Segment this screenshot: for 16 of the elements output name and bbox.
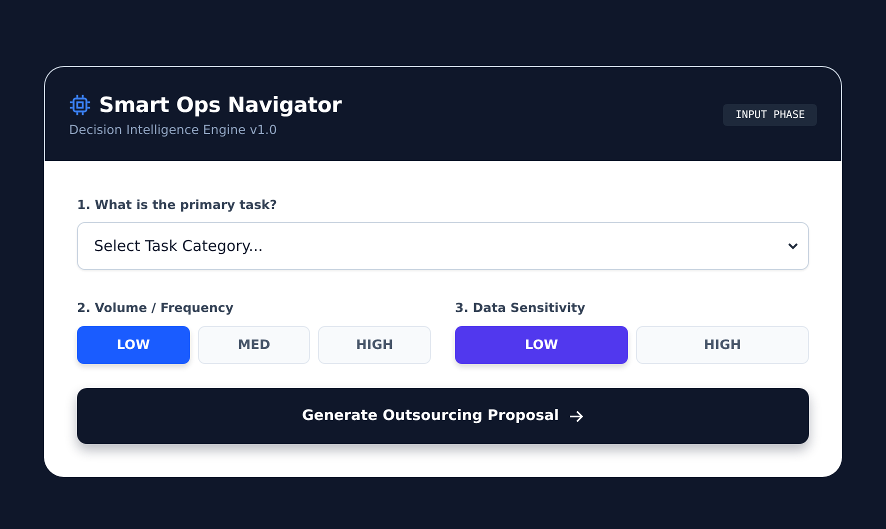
app-title: Smart Ops Navigator <box>99 93 342 117</box>
generate-button[interactable]: Generate Outsourcing Proposal <box>77 388 809 444</box>
option-button[interactable]: HIGH <box>318 326 432 364</box>
phase-badge: INPUT PHASE <box>723 104 817 126</box>
app-subtitle: Decision Intelligence Engine v1.0 <box>69 122 278 137</box>
field-label: 2. Volume / Frequency <box>77 300 234 315</box>
task-select[interactable]: Select Task Category... <box>77 222 809 270</box>
arrow-right-icon <box>569 410 584 422</box>
field-label: 1. What is the primary task? <box>77 197 277 212</box>
option-button[interactable]: LOW <box>77 326 190 364</box>
field-label: 3. Data Sensitivity <box>455 300 586 315</box>
option-button[interactable]: LOW <box>455 326 628 364</box>
chip-icon <box>69 94 91 116</box>
option-button[interactable]: MED <box>198 326 310 364</box>
chevron-icon <box>788 242 798 250</box>
option-button[interactable]: HIGH <box>636 326 809 364</box>
